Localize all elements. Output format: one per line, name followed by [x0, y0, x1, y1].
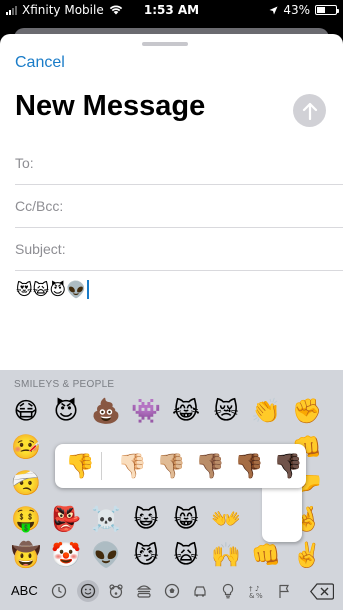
emoji-section-label: SMILEYS & PEOPLE: [14, 379, 115, 390]
car-icon[interactable]: [189, 580, 211, 602]
emoji-key[interactable]: 👊: [248, 537, 284, 573]
abc-button[interactable]: ABC: [11, 583, 38, 598]
emoji-key[interactable]: 👾: [128, 393, 164, 429]
popup-divider: [101, 452, 102, 480]
emoji-key[interactable]: 🤕: [8, 465, 44, 501]
symbols-icon[interactable]: † ♪ &%: [245, 580, 267, 602]
clock-icon[interactable]: [48, 580, 70, 602]
emoji-key[interactable]: ☠️: [88, 501, 124, 537]
soccer-ball-icon[interactable]: [161, 580, 183, 602]
svg-text:&: &: [249, 592, 255, 599]
smiley-icon[interactable]: [77, 580, 99, 602]
cc-bcc-field[interactable]: Cc/Bcc:: [15, 185, 343, 228]
to-field[interactable]: To:: [15, 142, 343, 185]
page-title: New Message: [15, 90, 206, 122]
emoji-key[interactable]: 🤠: [8, 537, 44, 573]
burger-icon[interactable]: [133, 580, 155, 602]
location-icon: [269, 6, 278, 14]
bear-icon[interactable]: [105, 580, 127, 602]
cancel-button[interactable]: Cancel: [15, 54, 65, 72]
emoji-key[interactable]: 😺: [128, 501, 164, 537]
text-cursor: [86, 280, 89, 299]
flag-icon[interactable]: [273, 580, 295, 602]
skin-tone-option[interactable]: 👎🏼: [156, 450, 186, 482]
send-button[interactable]: [293, 94, 326, 127]
lightbulb-icon[interactable]: [217, 580, 239, 602]
sheet-grabber[interactable]: [142, 42, 188, 46]
keyboard-category-bar: ABC † ♪ &%: [0, 572, 343, 610]
backspace-icon: [309, 583, 335, 600]
emoji-key[interactable]: 👺: [48, 501, 84, 537]
skin-tone-option[interactable]: 👎: [65, 450, 95, 482]
emoji-key[interactable]: 😹: [168, 393, 204, 429]
delete-button[interactable]: [309, 583, 335, 604]
skin-tone-popup-tail: [262, 486, 302, 542]
skin-tone-popup: 👎 👎🏻 👎🏼 👎🏽 👎🏾 👎🏿: [55, 444, 306, 488]
emoji-key[interactable]: 😷: [8, 393, 44, 429]
emoji-key[interactable]: 🙀: [168, 537, 204, 573]
emoji-key[interactable]: 🤡: [48, 537, 84, 573]
status-bar: Xfinity Mobile 1:53 AM 43%: [0, 0, 343, 20]
skin-tone-option[interactable]: 👎🏻: [117, 450, 147, 482]
cc-bcc-label: Cc/Bcc:: [15, 198, 64, 214]
emoji-key[interactable]: ✌️: [289, 537, 325, 573]
emoji-key[interactable]: 😼: [128, 537, 164, 573]
message-body-text: 😻🙀😈👽: [16, 280, 86, 299]
emoji-key[interactable]: 🤒: [8, 429, 44, 465]
emoji-key[interactable]: 😈: [48, 393, 84, 429]
battery-icon: [315, 5, 339, 15]
emoji-key[interactable]: 🤑: [8, 501, 44, 537]
skin-tone-option[interactable]: 👎🏽: [195, 450, 225, 482]
emoji-key[interactable]: 🙌: [208, 537, 244, 573]
emoji-key[interactable]: 😸: [168, 501, 204, 537]
subject-field[interactable]: Subject:: [15, 228, 343, 271]
emoji-key[interactable]: 👏: [248, 393, 284, 429]
svg-text:%: %: [256, 592, 263, 599]
skin-tone-option[interactable]: 👎🏾: [234, 450, 264, 482]
emoji-key[interactable]: 💩: [88, 393, 124, 429]
to-label: To:: [15, 155, 34, 171]
subject-label: Subject:: [15, 241, 66, 257]
emoji-key[interactable]: ✊: [289, 393, 325, 429]
emoji-key[interactable]: 👽: [88, 537, 124, 573]
battery-percent: 43%: [283, 3, 310, 17]
message-body[interactable]: 😻🙀😈👽: [16, 280, 89, 299]
emoji-key[interactable]: 😿: [208, 393, 244, 429]
compose-sheet: Cancel New Message To: Cc/Bcc: Subject: …: [0, 34, 343, 370]
skin-tone-option[interactable]: 👎🏿: [273, 450, 303, 482]
arrow-up-icon: [302, 102, 317, 120]
emoji-key[interactable]: 👐: [208, 501, 244, 537]
